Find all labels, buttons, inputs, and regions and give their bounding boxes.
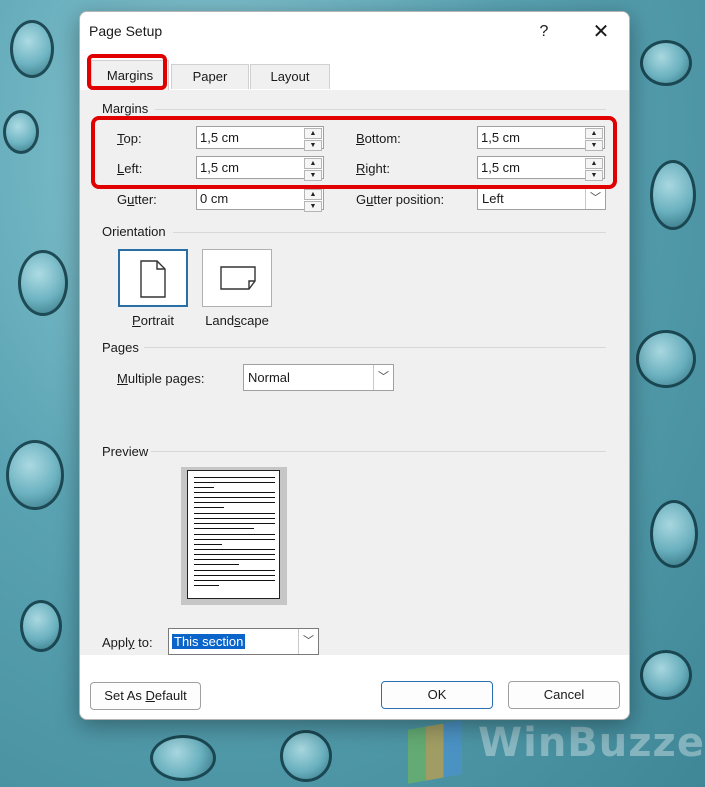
chevron-down-icon: ﹀ (585, 188, 605, 209)
water-drop (636, 330, 696, 388)
divider (155, 109, 606, 110)
landscape-page-icon (220, 266, 256, 290)
pages-section-label: Pages (102, 340, 139, 355)
help-button[interactable]: ? (526, 18, 562, 46)
portrait-option[interactable] (118, 249, 188, 307)
landscape-label: Landscape (205, 313, 269, 328)
highlight-margins-tab (87, 54, 167, 90)
title-bar: Page Setup ? ✕ (80, 12, 629, 52)
apply-to-label: Apply to: (102, 635, 153, 650)
water-drop (280, 730, 332, 782)
preview-section-label: Preview (102, 444, 149, 459)
spin-down-icon[interactable]: ▼ (304, 201, 322, 212)
water-drop (640, 650, 692, 700)
water-drop (650, 160, 696, 230)
highlight-margin-fields (91, 116, 617, 189)
water-drop (650, 500, 698, 568)
apply-to-select[interactable]: This section ﹀ (168, 628, 319, 655)
watermark-text: WinBuzzer (478, 720, 705, 766)
gutter-position-select[interactable]: Left ﹀ (477, 187, 606, 210)
set-as-default-button[interactable]: Set As Default (90, 682, 201, 710)
page-setup-dialog: Page Setup ? ✕ Margins Paper Layout Marg… (79, 11, 630, 720)
divider (151, 451, 606, 452)
tab-layout[interactable]: Layout (250, 64, 330, 89)
divider (173, 232, 606, 233)
water-drop (6, 440, 64, 510)
dialog-title: Page Setup (89, 23, 163, 39)
close-button[interactable]: ✕ (583, 18, 619, 46)
chevron-down-icon: ﹀ (298, 629, 318, 654)
water-drop (150, 735, 216, 781)
preview-page (187, 470, 280, 599)
dialog-footer: Set As Default OK Cancel (80, 655, 629, 719)
tab-paper[interactable]: Paper (171, 64, 249, 89)
water-drop (10, 20, 54, 78)
multiple-pages-select[interactable]: Normal ﹀ (243, 364, 394, 391)
cancel-button[interactable]: Cancel (508, 681, 620, 709)
gutter-field[interactable]: 0 cm ▲ ▼ (196, 187, 324, 212)
gutter-label: Gutter: (117, 192, 157, 207)
multiple-pages-label: Multiple pages: (117, 371, 205, 386)
margins-section-label: Margins (102, 101, 149, 116)
gutter-position-label: Gutter position: (356, 192, 445, 207)
water-drop (18, 250, 68, 316)
water-drop (20, 600, 62, 652)
divider (144, 347, 606, 348)
chevron-down-icon: ﹀ (373, 365, 393, 390)
orientation-section-label: Orientation (102, 224, 166, 239)
watermark-logo (408, 720, 462, 784)
portrait-label: Portrait (132, 313, 174, 328)
landscape-option[interactable] (202, 249, 272, 307)
portrait-page-icon (140, 260, 166, 298)
water-drop (3, 110, 39, 154)
spin-up-icon[interactable]: ▲ (304, 189, 322, 200)
water-drop (640, 40, 692, 86)
ok-button[interactable]: OK (381, 681, 493, 709)
